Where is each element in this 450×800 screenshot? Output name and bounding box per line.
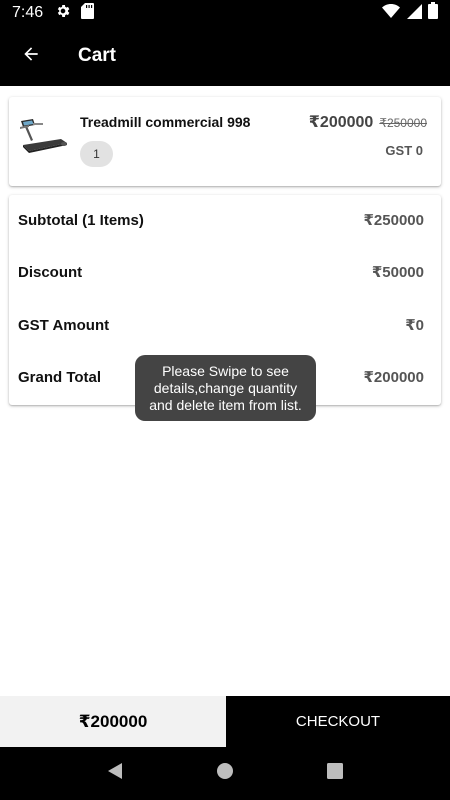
discount-value: ₹50000 xyxy=(371,264,424,281)
nav-back-button[interactable] xyxy=(95,754,135,794)
wifi-icon xyxy=(382,3,400,24)
cart-item-card[interactable]: Treadmill commercial 998 1 ₹200000 ₹2500… xyxy=(9,97,441,186)
status-time: 7:46 xyxy=(12,4,44,21)
app-bar: Cart xyxy=(0,26,450,86)
summary-row-gst: GST Amount ₹0 xyxy=(18,313,424,337)
gst-amount-value: ₹0 xyxy=(405,317,424,334)
sd-card-icon xyxy=(81,2,95,24)
toast-message: Please Swipe to see details,change quant… xyxy=(149,362,302,413)
grand-total-label: Grand Total xyxy=(18,368,102,386)
home-circle-icon xyxy=(216,762,234,785)
price-row: ₹200000 ₹250000 xyxy=(309,112,427,132)
gst-amount-label: GST Amount xyxy=(18,316,110,334)
item-price: ₹200000 xyxy=(308,114,374,131)
gear-icon xyxy=(55,3,71,24)
grand-total-value: ₹200000 xyxy=(363,369,425,386)
status-right-icons xyxy=(382,2,438,24)
arrow-left-icon xyxy=(21,44,41,69)
signal-icon xyxy=(406,3,422,24)
back-triangle-icon xyxy=(107,762,123,785)
page-title: Cart xyxy=(78,45,117,66)
nav-home-button[interactable] xyxy=(205,754,245,794)
checkout-button[interactable]: CHECKOUT xyxy=(226,696,450,747)
subtotal-value: ₹250000 xyxy=(363,212,425,229)
back-button[interactable] xyxy=(0,26,62,86)
nav-recents-button[interactable] xyxy=(315,754,355,794)
item-original-price: ₹250000 xyxy=(379,116,427,130)
summary-row-subtotal: Subtotal (1 Items) ₹250000 xyxy=(18,208,424,232)
quantity-badge[interactable]: 1 xyxy=(80,141,113,167)
treadmill-image xyxy=(17,111,73,155)
discount-label: Discount xyxy=(18,263,83,281)
swipe-hint-toast: Please Swipe to see details,change quant… xyxy=(135,355,316,421)
summary-row-discount: Discount ₹50000 xyxy=(18,260,424,284)
status-left-icons xyxy=(55,2,95,24)
battery-icon xyxy=(428,2,438,24)
status-bar: 7:46 xyxy=(0,0,450,26)
bottom-total: ₹200000 xyxy=(0,696,226,747)
recents-square-icon xyxy=(327,763,343,784)
bottom-bar: ₹200000 CHECKOUT xyxy=(0,696,450,747)
item-gst: GST 0 xyxy=(385,143,423,158)
subtotal-label: Subtotal (1 Items) xyxy=(18,211,144,229)
system-nav-bar xyxy=(0,747,450,800)
item-name: Treadmill commercial 998 xyxy=(80,114,251,130)
